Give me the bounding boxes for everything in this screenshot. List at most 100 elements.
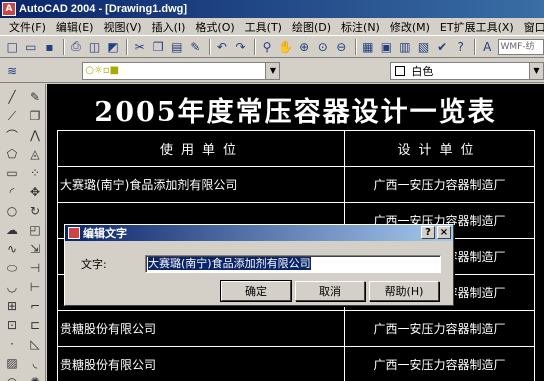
copy-icon[interactable]: ❐: [150, 38, 167, 56]
zoom-previous-icon[interactable]: ⊖: [333, 38, 350, 56]
menu-draw[interactable]: 绘图(D): [287, 19, 336, 35]
ellipse-icon[interactable]: ⬭: [1, 259, 23, 277]
cancel-button[interactable]: 取消: [295, 281, 365, 301]
rotate-icon[interactable]: ↻: [24, 202, 46, 220]
properties-icon[interactable]: ▦: [360, 38, 377, 56]
selected-text[interactable]: 大赛璐(南宁)食品添加剂有限公司: [148, 257, 311, 270]
circle-icon[interactable]: ○: [1, 202, 23, 220]
table-row: 贵糖股份有限公司 广西一安压力容器制造厂: [58, 310, 534, 346]
text-style-icon[interactable]: A: [479, 38, 496, 56]
drawing-title[interactable]: 2005年度常压容器设计一览表: [47, 90, 544, 129]
publish-icon[interactable]: ◩: [105, 38, 122, 56]
hatch-icon[interactable]: ▨: [1, 354, 23, 372]
table-cell-designer[interactable]: 广西一安压力容器制造厂: [344, 311, 534, 346]
close-icon[interactable]: ×: [437, 226, 451, 239]
toolbar-separator: [354, 38, 357, 55]
zoom-realtime-icon[interactable]: ⊕: [296, 38, 313, 56]
table-header-row: 使用单位 设计单位: [58, 130, 534, 166]
erase-icon[interactable]: ✎: [24, 88, 46, 106]
offset-icon[interactable]: ◬: [24, 145, 46, 163]
scale-icon[interactable]: ◰: [24, 221, 46, 239]
chevron-down-icon[interactable]: ▼: [265, 62, 280, 79]
fillet-icon[interactable]: ◟: [24, 354, 46, 372]
new-icon[interactable]: □: [4, 38, 21, 56]
dialog-app-icon: [68, 227, 80, 239]
point-icon[interactable]: ·: [1, 335, 23, 353]
make-block-icon[interactable]: ⊡: [1, 316, 23, 334]
chamfer-icon[interactable]: ◺: [24, 335, 46, 353]
tool-palettes-icon[interactable]: ▥: [397, 38, 414, 56]
line-icon[interactable]: ╱: [1, 88, 23, 106]
save-icon[interactable]: ▪: [41, 38, 58, 56]
open-icon[interactable]: ▭: [23, 38, 40, 56]
header-design-unit[interactable]: 设计单位: [344, 131, 534, 166]
array-icon[interactable]: ⁘: [24, 164, 46, 182]
window-titlebar: A AutoCAD 2004 - [Drawing1.dwg]: [0, 0, 544, 18]
explode-icon[interactable]: ✺: [24, 373, 46, 381]
help-button[interactable]: 帮助(H): [369, 281, 439, 301]
spline-icon[interactable]: ∿: [1, 240, 23, 258]
text-input[interactable]: 大赛璐(南宁)食品添加剂有限公司: [145, 255, 441, 273]
break-icon[interactable]: ⌐: [24, 297, 46, 315]
chevron-down-icon[interactable]: ▼: [529, 62, 543, 79]
polyline-icon[interactable]: ⌒: [1, 126, 23, 144]
help-icon[interactable]: ?: [452, 38, 469, 56]
text-style-combo[interactable]: WMF-纺: [497, 38, 544, 55]
print-icon[interactable]: ⎙: [68, 38, 85, 56]
menu-dimension[interactable]: 标注(N): [336, 19, 385, 35]
help-icon[interactable]: ?: [421, 226, 435, 239]
table-row: 大赛璐(南宁)食品添加剂有限公司 广西一安压力容器制造厂: [58, 166, 534, 202]
layer-manager-icon[interactable]: ≋: [4, 62, 20, 80]
menu-view[interactable]: 视图(V): [98, 19, 146, 35]
hyperlink-icon[interactable]: ⚲: [259, 38, 276, 56]
construction-line-icon[interactable]: ⟋: [1, 107, 23, 125]
rectangle-icon[interactable]: ▭: [1, 164, 23, 182]
preview-icon[interactable]: ◫: [86, 38, 103, 56]
revision-cloud-icon[interactable]: ☁: [1, 221, 23, 239]
insert-block-icon[interactable]: ⊞: [1, 297, 23, 315]
join-icon[interactable]: ⊏: [24, 316, 46, 334]
autocad-app-icon[interactable]: A: [2, 2, 16, 16]
ellipse-arc-icon[interactable]: ◡: [1, 278, 23, 296]
table-cell-designer[interactable]: 广西一安压力容器制造厂: [344, 167, 534, 202]
stretch-icon[interactable]: ⇲: [24, 240, 46, 258]
arc-icon[interactable]: ◜: [1, 183, 23, 201]
undo-icon[interactable]: ↶: [214, 38, 231, 56]
extend-icon[interactable]: ⊢: [24, 278, 46, 296]
menu-file[interactable]: 文件(F): [4, 19, 51, 35]
header-user-unit[interactable]: 使用单位: [58, 131, 344, 166]
mirror-icon[interactable]: ⋀: [24, 126, 46, 144]
trim-icon[interactable]: ⊣: [24, 259, 46, 277]
menu-format[interactable]: 格式(O): [190, 19, 239, 35]
edit-text-dialog: 编辑文字 ? × 文字: 大赛璐(南宁)食品添加剂有限公司 确定 取消 帮助(H…: [64, 224, 454, 306]
menu-express-tools[interactable]: ET扩展工具(X): [435, 19, 519, 35]
zoom-window-icon[interactable]: ⊙: [314, 38, 331, 56]
paste-icon[interactable]: ▤: [169, 38, 186, 56]
cut-icon[interactable]: ✂: [131, 38, 148, 56]
copy-object-icon[interactable]: ❐: [24, 107, 46, 125]
table-cell-user[interactable]: 大赛璐(南宁)食品添加剂有限公司: [58, 167, 344, 202]
dbconnect-icon[interactable]: ▧: [415, 38, 432, 56]
dialog-titlebar[interactable]: 编辑文字 ? ×: [65, 225, 453, 241]
table-cell-user[interactable]: 贵糖股份有限公司: [58, 311, 344, 346]
match-properties-icon[interactable]: ✎: [187, 38, 204, 56]
polygon-icon[interactable]: ⬠: [1, 145, 23, 163]
menu-modify[interactable]: 修改(M): [385, 19, 435, 35]
markup-icon[interactable]: ✔: [434, 38, 451, 56]
color-combo[interactable]: 白色 ▼: [390, 61, 544, 80]
ok-button[interactable]: 确定: [220, 280, 292, 302]
menu-edit[interactable]: 编辑(E): [51, 19, 99, 35]
menu-tools[interactable]: 工具(T): [240, 19, 287, 35]
design-center-icon[interactable]: ▣: [378, 38, 395, 56]
redo-icon[interactable]: ↷: [232, 38, 249, 56]
menu-insert[interactable]: 插入(I): [147, 19, 191, 35]
table-cell-designer[interactable]: 广西一安压力容器制造厂: [344, 347, 534, 381]
table-row: 贵糖股份有限公司 广西一安压力容器制造厂: [58, 346, 534, 381]
table-cell-user[interactable]: 贵糖股份有限公司: [58, 347, 344, 381]
dialog-title: 编辑文字: [83, 227, 127, 240]
pan-icon[interactable]: ✋: [277, 38, 294, 56]
layer-combo[interactable]: ○☼▫■ ▼: [82, 61, 281, 80]
menu-window[interactable]: 窗口(W): [519, 19, 544, 35]
move-icon[interactable]: ✥: [24, 183, 46, 201]
region-icon[interactable]: ◎: [1, 373, 23, 381]
